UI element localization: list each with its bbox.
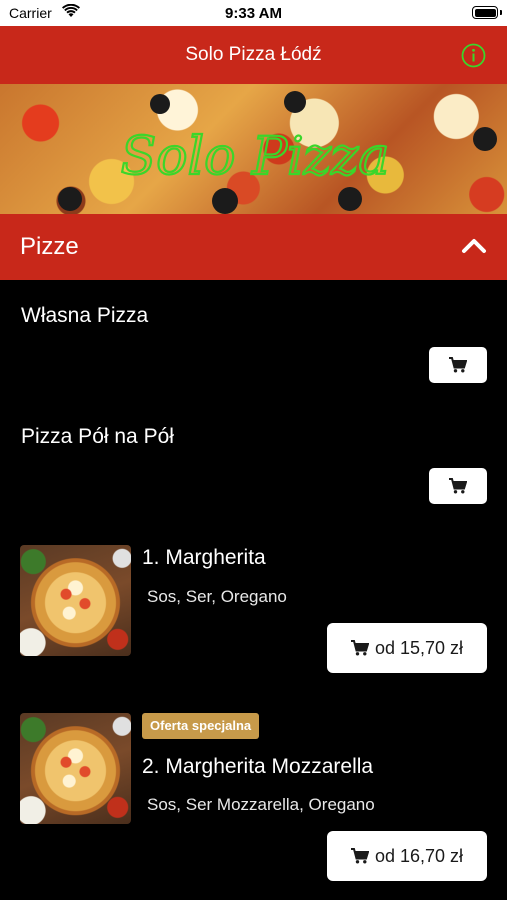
pizza-thumbnail[interactable] (20, 713, 131, 824)
info-icon[interactable] (461, 43, 486, 68)
item-title: 1. Margherita (142, 546, 266, 569)
hero-banner: Solo Pizza (0, 84, 507, 214)
add-to-cart-button[interactable] (429, 347, 487, 383)
battery-icon (472, 6, 498, 19)
status-bar: Carrier 9:33 AM (0, 0, 507, 26)
item-name: Własna Pizza (21, 304, 149, 327)
special-offer-badge: Oferta specjalna (142, 713, 260, 739)
item-description: Sos, Ser Mozzarella, Oregano (147, 795, 375, 814)
add-to-cart-price-button[interactable]: od 16,70 zł (327, 831, 487, 881)
price-label: od 16,70 zł (374, 845, 464, 866)
banner-logo: Solo Pizza (58, 91, 497, 214)
clock: 9:33 AM (225, 5, 282, 22)
pizza-thumbnail[interactable] (20, 545, 131, 656)
add-to-cart-button[interactable] (429, 468, 487, 504)
chevron-up-icon[interactable] (461, 235, 487, 257)
cart-icon (449, 357, 467, 373)
add-to-cart-price-button[interactable]: od 15,70 zł (327, 623, 487, 673)
svg-text:Solo Pizza: Solo Pizza (121, 127, 390, 187)
item-title: 2. Margherita Mozzarella (142, 755, 374, 778)
category-title: Pizze (20, 233, 79, 260)
item-name: Pizza Pół na Pół (21, 425, 174, 448)
cart-icon (350, 640, 369, 656)
nav-bar: Solo Pizza Łódź (0, 26, 507, 84)
page-title: Solo Pizza Łódź (185, 44, 322, 65)
cart-icon (449, 478, 467, 494)
price-label: od 15,70 zł (374, 637, 464, 658)
category-header-pizze[interactable]: Pizze (0, 214, 507, 280)
item-description: Sos, Ser, Oregano (147, 587, 287, 606)
cart-icon (350, 848, 369, 864)
